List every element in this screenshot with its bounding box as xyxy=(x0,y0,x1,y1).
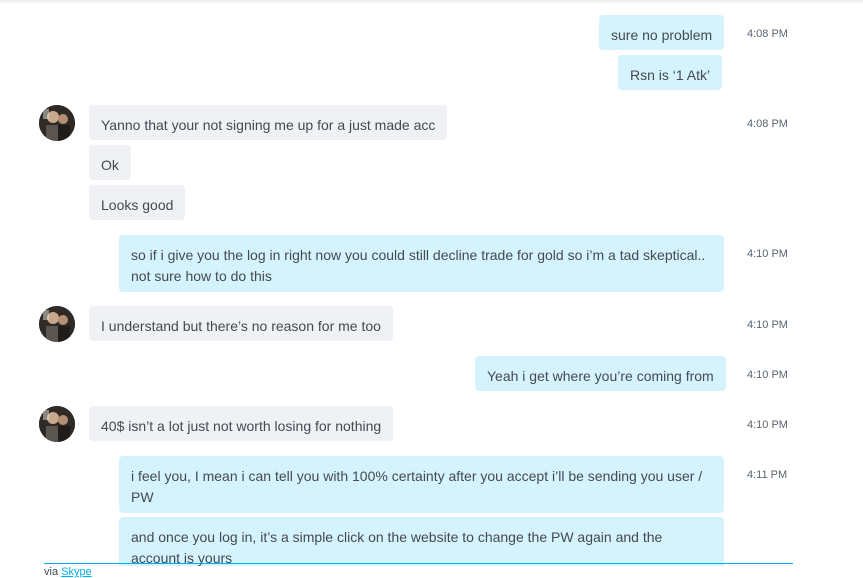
contact-avatar[interactable] xyxy=(39,105,75,141)
incoming-message[interactable]: I understand but there’s no reason for m… xyxy=(89,306,393,341)
incoming-message[interactable]: Looks good xyxy=(89,185,186,220)
footer-divider xyxy=(44,563,793,564)
avatar-photo-icon xyxy=(39,406,75,442)
message-timestamp: 4:10 PM xyxy=(747,419,788,431)
footer-attribution: via Skype xyxy=(44,566,793,578)
outgoing-message[interactable]: sure no problem xyxy=(599,15,725,50)
outgoing-message[interactable]: i feel you, I mean i can tell you with 1… xyxy=(119,456,724,513)
avatar-photo-icon xyxy=(39,306,75,342)
message-timestamp: 4:10 PM xyxy=(747,248,788,260)
message-text: and once you log in, it’s a simple click… xyxy=(131,529,663,566)
skype-link[interactable]: Skype xyxy=(61,566,92,578)
message-text: Yeah i get where you’re coming from xyxy=(487,368,714,384)
chat-conversation: sure no problem 4:08 PM Rsn is ‘1 Atk’ Y… xyxy=(0,0,863,578)
message-timestamp: 4:08 PM xyxy=(747,28,788,40)
message-text: Looks good xyxy=(101,197,174,213)
outgoing-message[interactable]: so if i give you the log in right now yo… xyxy=(119,235,724,292)
message-text: Ok xyxy=(101,157,119,173)
message-text: so if i give you the log in right now yo… xyxy=(131,247,706,284)
message-text: 40$ isn’t a lot just not worth losing fo… xyxy=(101,418,382,434)
incoming-message[interactable]: Yanno that your not signing me up for a … xyxy=(89,105,448,140)
message-timestamp: 4:10 PM xyxy=(747,319,788,331)
message-timestamp: 4:11 PM xyxy=(747,469,788,481)
outgoing-message[interactable]: Rsn is ‘1 Atk’ xyxy=(618,55,723,90)
contact-avatar[interactable] xyxy=(39,406,75,442)
message-text: Yanno that your not signing me up for a … xyxy=(101,117,436,133)
message-timestamp: 4:10 PM xyxy=(747,369,788,381)
footer-via-text: via xyxy=(44,566,59,578)
message-text: I understand but there’s no reason for m… xyxy=(101,318,381,334)
top-fade xyxy=(0,0,863,4)
message-timestamp: 4:08 PM xyxy=(747,118,788,130)
incoming-message[interactable]: 40$ isn’t a lot just not worth losing fo… xyxy=(89,406,394,441)
contact-avatar[interactable] xyxy=(39,306,75,342)
outgoing-message[interactable]: Yeah i get where you’re coming from xyxy=(475,356,726,391)
message-text: i feel you, I mean i can tell you with 1… xyxy=(131,468,703,505)
message-text: sure no problem xyxy=(611,27,713,43)
message-text: Rsn is ‘1 Atk’ xyxy=(630,67,711,83)
incoming-message[interactable]: Ok xyxy=(89,145,131,180)
avatar-photo-icon xyxy=(39,105,75,141)
